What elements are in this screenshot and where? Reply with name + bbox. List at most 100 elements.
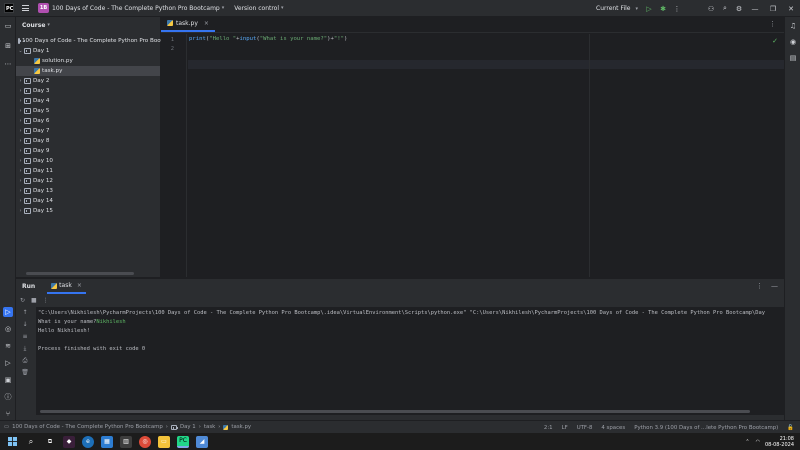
console-output[interactable]: "C:\Users\Nikhilesh\PycharmProjects\100 … (36, 307, 784, 415)
file-explorer-icon[interactable]: ▭ (158, 435, 170, 448)
chevron-right-icon[interactable]: › (17, 78, 24, 84)
more-tools-icon[interactable]: ⋯ (3, 59, 13, 69)
maximize-icon[interactable]: ❐ (764, 0, 782, 17)
tree-item-day[interactable]: › Day 12 (16, 176, 160, 186)
tree-root[interactable]: 100 Days of Code - The Complete Python P… (16, 36, 178, 46)
layers-icon[interactable]: ≋ (3, 341, 13, 351)
tree-item-day[interactable]: › Day 2 (16, 76, 160, 86)
chevron-down-icon[interactable]: ▾ (281, 5, 284, 11)
close-tab-icon[interactable]: × (77, 282, 82, 289)
project-tool-icon[interactable]: ▭ (3, 21, 13, 31)
minimize-icon[interactable]: — (746, 0, 764, 17)
tree-item-day[interactable]: › Day 14 (16, 196, 160, 206)
chevron-right-icon[interactable]: › (17, 198, 24, 204)
store-icon[interactable]: ▦ (101, 435, 113, 448)
chevron-right-icon[interactable]: › (17, 178, 24, 184)
tree-item-day[interactable]: › Day 9 (16, 146, 160, 156)
breadcrumb-item[interactable]: 100 Days of Code - The Complete Python P… (12, 424, 163, 430)
panel-title[interactable]: Course (22, 22, 45, 29)
chevron-right-icon[interactable]: › (17, 128, 24, 134)
line-separator[interactable]: LF (562, 425, 568, 431)
tree-item-day[interactable]: › Day 4 (16, 96, 160, 106)
notifications-icon[interactable]: ♫ (788, 21, 798, 31)
pycharm-taskbar-icon[interactable]: PC (177, 435, 189, 448)
horizontal-scrollbar[interactable] (40, 410, 750, 413)
run-configuration-selector[interactable]: Current File (596, 5, 630, 12)
git-icon[interactable]: ⑂ (3, 409, 13, 419)
microsoft-store-icon[interactable]: ▥ (120, 435, 132, 448)
indent-setting[interactable]: 4 spaces (601, 425, 625, 431)
search-icon[interactable]: ⌕ (718, 2, 732, 16)
run-tab-task[interactable]: task × (47, 279, 86, 294)
soft-wrap-icon[interactable]: ≡ (19, 333, 31, 345)
pycharm-logo-icon[interactable]: PC (4, 3, 14, 13)
chevron-right-icon[interactable]: › (17, 108, 24, 114)
learn-icon[interactable]: ▤ (788, 53, 798, 63)
code-line-1[interactable]: print("Hello "+input("What is your name?… (189, 35, 347, 44)
more-tabs-icon[interactable]: ⋮ (769, 20, 776, 28)
scroll-down-icon[interactable]: ↓ (19, 321, 31, 333)
clock[interactable]: 21:08 08-08-2024 (765, 436, 794, 448)
file-encoding[interactable]: UTF-8 (577, 425, 593, 431)
breadcrumb-item[interactable]: Day 1 (180, 424, 196, 430)
rerun-icon[interactable]: ↻ (20, 297, 25, 304)
chevron-right-icon[interactable]: › (17, 188, 24, 194)
tree-item-day[interactable]: › Day 11 (16, 166, 160, 176)
scroll-to-end-icon[interactable]: ⤓ (19, 345, 31, 357)
chevron-down-icon[interactable]: ▾ (222, 5, 225, 11)
tree-item-day[interactable]: › Day 6 (16, 116, 160, 126)
more-icon[interactable]: ⋮ (43, 297, 49, 304)
chrome-icon[interactable]: ◎ (139, 435, 151, 448)
tree-item-day[interactable]: › Day 5 (16, 106, 160, 116)
tree-item-day[interactable]: › Day 10 (16, 156, 160, 166)
chevron-right-icon[interactable]: › (17, 168, 24, 174)
add-user-icon[interactable]: ⚇ (704, 2, 718, 16)
database-icon[interactable]: ◉ (788, 37, 798, 47)
terminal-icon[interactable]: ▣ (3, 375, 13, 385)
chevron-right-icon[interactable]: › (17, 98, 24, 104)
run-icon[interactable]: ▷ (642, 2, 656, 16)
chevron-right-icon[interactable]: › (17, 148, 24, 154)
tree-item-day[interactable]: › Day 13 (16, 186, 160, 196)
breadcrumb-item[interactable]: task.py (231, 424, 251, 430)
tree-item-day[interactable]: › Day 15 (16, 206, 160, 216)
close-icon[interactable]: ✕ (782, 0, 800, 17)
project-badge[interactable]: 1B (38, 3, 49, 13)
tree-item-task[interactable]: task.py (16, 66, 160, 76)
gear-icon[interactable]: ⚙ (732, 2, 746, 16)
chevron-down-icon[interactable]: ⌄ (17, 48, 24, 54)
version-control-widget[interactable]: Version control (234, 5, 279, 12)
editor-tab-task[interactable]: task.py × (161, 16, 215, 32)
minimize-panel-icon[interactable]: — (771, 282, 778, 290)
more-actions-icon[interactable]: ⋮ (670, 2, 684, 16)
stop-icon[interactable]: ■ (31, 297, 37, 304)
system-tray-icon[interactable]: ⌃ (745, 439, 749, 445)
chevron-right-icon[interactable]: › (17, 208, 24, 214)
horizontal-scrollbar[interactable] (26, 272, 134, 275)
breadcrumb-item[interactable]: task (204, 424, 215, 430)
project-name-widget[interactable]: 100 Days of Code - The Complete Python P… (52, 5, 220, 12)
close-tab-icon[interactable]: × (204, 20, 209, 27)
python-interpreter[interactable]: Python 3.9 (100 Days of ...lete Python P… (634, 425, 778, 431)
chevron-down-icon[interactable]: ▾ (635, 6, 638, 12)
chevron-right-icon[interactable]: › (17, 138, 24, 144)
print-icon[interactable]: ⎙ (19, 357, 31, 369)
tree-item-day[interactable]: › Day 3 (16, 86, 160, 96)
problems-icon[interactable]: ⓘ (3, 392, 13, 402)
main-menu-icon[interactable] (22, 5, 29, 11)
trash-icon[interactable]: 🗑 (19, 369, 31, 381)
tree-item-day[interactable]: › Day 7 (16, 126, 160, 136)
tree-item-solution[interactable]: solution.py (16, 56, 160, 66)
tree-item-day[interactable]: › Day 8 (16, 136, 160, 146)
caret-position[interactable]: 2:1 (544, 425, 553, 431)
edge-browser-icon[interactable]: e (82, 435, 94, 448)
windows-start-icon[interactable] (6, 436, 18, 448)
python-packages-icon[interactable]: ◎ (3, 324, 13, 334)
wifi-icon[interactable]: ◠ (756, 439, 760, 445)
chevron-right-icon[interactable]: › (17, 88, 24, 94)
services-icon[interactable]: ▷ (3, 358, 13, 368)
jetbrains-toolbox-icon[interactable]: ◆ (63, 435, 75, 448)
tree-item-day-1[interactable]: ⌄ Day 1 (16, 46, 160, 56)
search-icon[interactable]: ⌕ (25, 436, 37, 448)
no-problems-check-icon[interactable]: ✓ (772, 37, 778, 45)
